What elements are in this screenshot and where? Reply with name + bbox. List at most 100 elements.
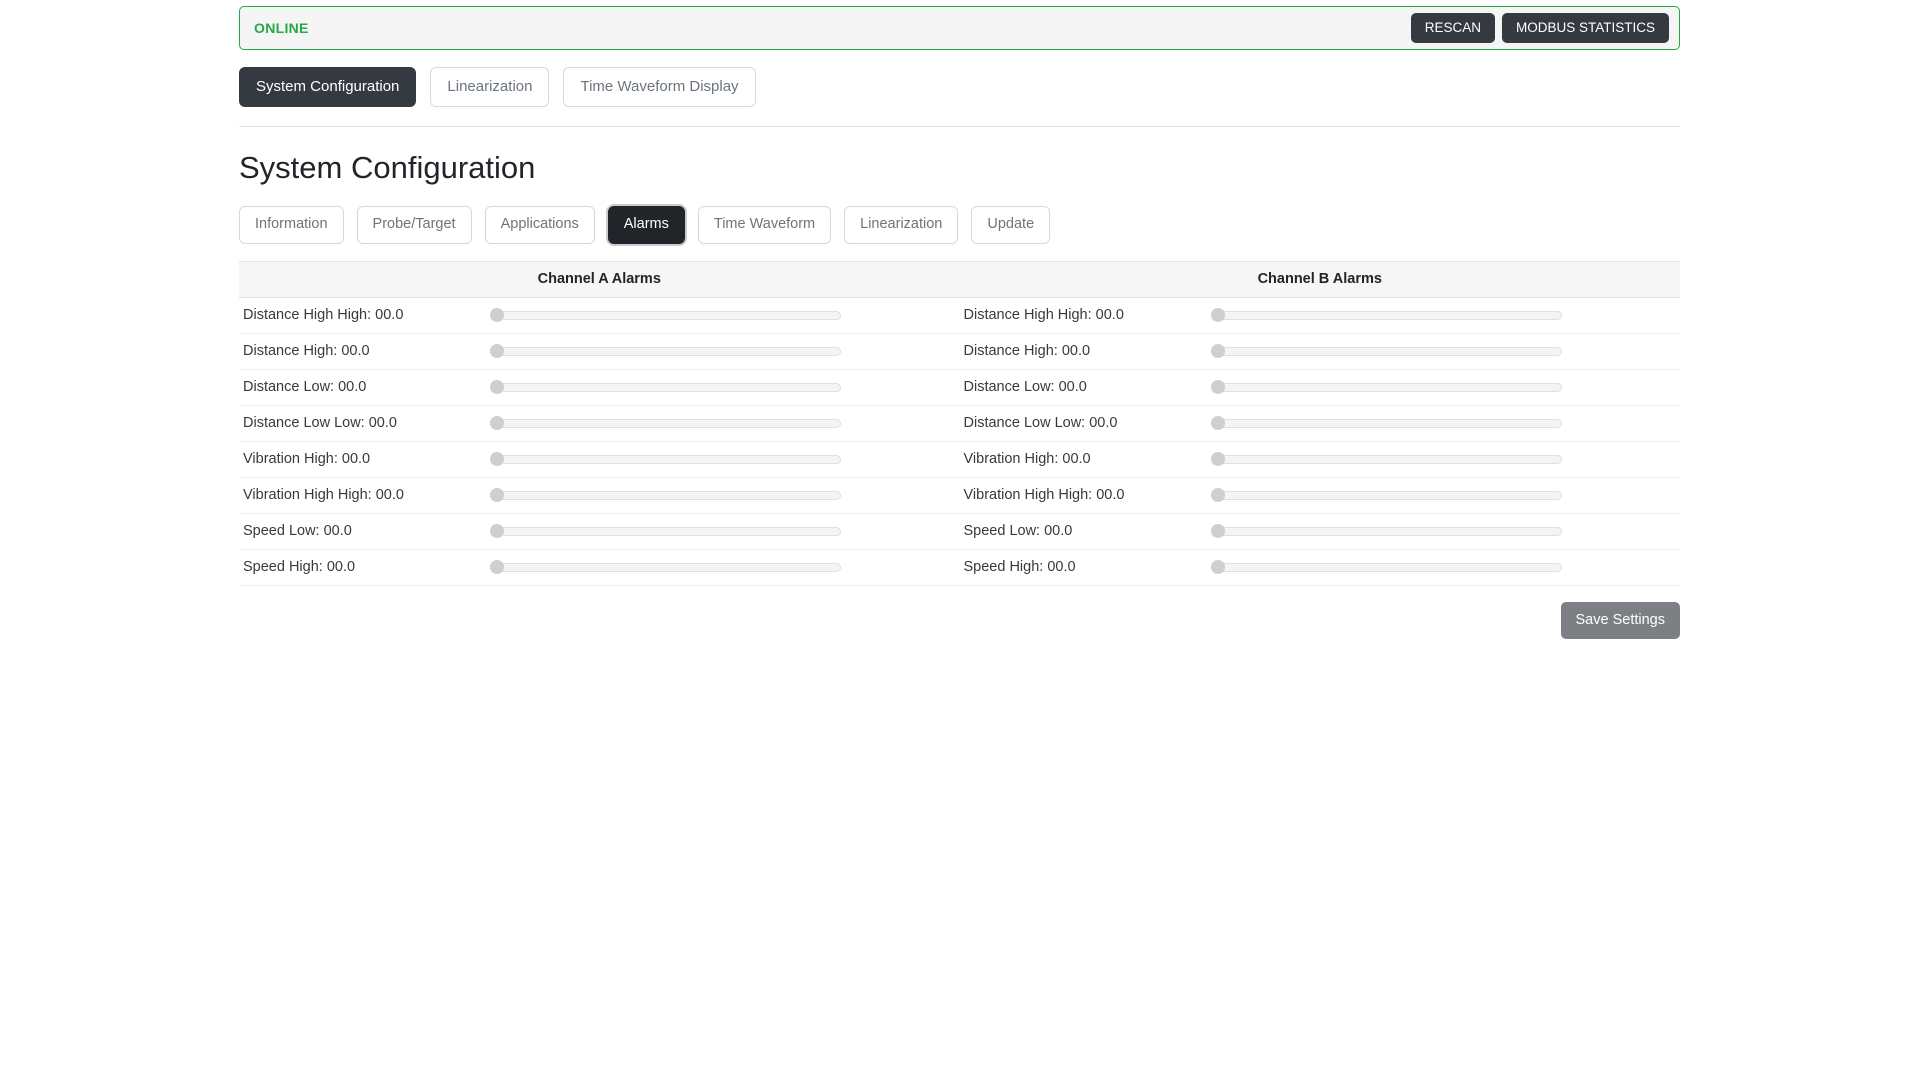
alarm-threshold-slider[interactable] [490, 560, 841, 575]
alarm-threshold-slider[interactable] [490, 524, 841, 539]
slider-track[interactable] [1210, 527, 1562, 537]
alarm-slider-wrap [1210, 560, 1681, 575]
slider-thumb[interactable] [1210, 524, 1225, 539]
tab-update[interactable]: Update [971, 206, 1051, 244]
slider-thumb[interactable] [490, 560, 504, 575]
alarm-row-a: Vibration High: 00.0 [239, 442, 960, 477]
nav-linearization[interactable]: Linearization [430, 67, 550, 107]
slider-thumb[interactable] [1210, 488, 1225, 503]
alarm-threshold-slider[interactable] [490, 452, 841, 467]
alarm-label: Speed Low: 00.0 [963, 523, 1073, 540]
tab-time-waveform[interactable]: Time Waveform [697, 206, 832, 244]
alarm-label: Distance Low Low: 00.0 [963, 415, 1118, 432]
tab-probe-target[interactable]: Probe/Target [356, 206, 472, 244]
footer-actions: Save Settings [239, 601, 1680, 640]
slider-thumb[interactable] [490, 488, 504, 503]
alarm-threshold-slider[interactable] [490, 488, 841, 503]
alarm-threshold-slider[interactable] [490, 308, 841, 323]
rescan-button[interactable]: RESCAN [1410, 12, 1495, 44]
alarm-cell-channel-b: Distance High: 00.0 [959, 333, 1681, 370]
slider-thumb[interactable] [490, 308, 504, 323]
alarm-threshold-slider[interactable] [1210, 488, 1562, 503]
modbus-statistics-button[interactable]: MODBUS STATISTICS [1501, 12, 1669, 44]
slider-track[interactable] [1210, 491, 1562, 501]
slider-thumb[interactable] [1210, 452, 1225, 467]
alarm-cell-channel-a: Distance Low Low: 00.0 [239, 405, 960, 442]
slider-thumb[interactable] [490, 380, 504, 395]
alarm-label: Distance Low: 00.0 [243, 379, 367, 396]
alarm-slider-wrap [1210, 488, 1681, 503]
table-row: Speed High: 00.0 Speed High: 00.0 [239, 549, 1681, 586]
slider-track[interactable] [490, 383, 841, 393]
alarm-slider-wrap [490, 560, 960, 575]
app-root: ONLINE RESCAN MODBUS STATISTICS System C… [0, 0, 1920, 1080]
slider-thumb[interactable] [1210, 560, 1225, 575]
alarm-slider-wrap [490, 488, 960, 503]
tab-applications[interactable]: Applications [484, 206, 595, 244]
slider-track[interactable] [490, 419, 841, 429]
channel-b-header: Channel B Alarms [959, 261, 1680, 298]
tab-linearization[interactable]: Linearization [844, 206, 959, 244]
alarm-threshold-slider[interactable] [1210, 452, 1562, 467]
alarm-row-b: Vibration High: 00.0 [960, 442, 1681, 477]
slider-thumb[interactable] [1210, 416, 1225, 431]
alarm-threshold-slider[interactable] [1210, 560, 1562, 575]
alarm-cell-channel-a: Distance High: 00.0 [239, 333, 960, 370]
alarm-threshold-slider[interactable] [490, 380, 841, 395]
slider-track[interactable] [490, 455, 841, 465]
slider-thumb[interactable] [490, 416, 504, 431]
alarm-row-b: Distance Low Low: 00.0 [960, 406, 1681, 441]
alarm-label: Vibration High High: 00.0 [963, 487, 1125, 504]
nav-time-waveform-display[interactable]: Time Waveform Display [563, 67, 756, 107]
status-actions: RESCAN MODBUS STATISTICS [1410, 12, 1669, 44]
slider-track[interactable] [1210, 419, 1562, 429]
slider-thumb[interactable] [490, 452, 504, 467]
alarm-threshold-slider[interactable] [1210, 524, 1562, 539]
subtab-bar: Information Probe/Target Applications Al… [239, 206, 1680, 262]
slider-thumb[interactable] [490, 524, 504, 539]
alarm-threshold-slider[interactable] [1210, 380, 1562, 395]
alarm-slider-wrap [1210, 308, 1681, 323]
slider-track[interactable] [490, 527, 841, 537]
alarm-threshold-slider[interactable] [1210, 416, 1562, 431]
table-row: Distance Low Low: 00.0 Distance Low Low: … [239, 405, 1681, 442]
table-row: Distance High: 00.0 Distance High: 00.0 [239, 333, 1681, 370]
save-settings-button[interactable]: Save Settings [1560, 601, 1680, 640]
alarm-cell-channel-b: Distance Low: 00.0 [959, 369, 1680, 406]
table-row: Distance High High: 00.0 Distance High Hi… [239, 297, 1681, 334]
slider-track[interactable] [490, 491, 841, 501]
slider-track[interactable] [1210, 383, 1562, 393]
alarm-label: Distance High: 00.0 [963, 343, 1091, 360]
tab-information[interactable]: Information [239, 206, 344, 244]
tab-alarms[interactable]: Alarms [607, 206, 685, 244]
alarm-slider-wrap [490, 380, 960, 395]
alarm-label: Vibration High: 00.0 [243, 451, 371, 468]
alarm-row-a: Distance High High: 00.0 [239, 298, 960, 333]
slider-track[interactable] [1210, 563, 1562, 573]
alarm-slider-wrap [1210, 524, 1681, 539]
alarm-cell-channel-a: Vibration High: 00.0 [239, 441, 960, 478]
nav-system-configuration[interactable]: System Configuration [239, 67, 417, 107]
slider-track[interactable] [490, 347, 841, 357]
alarm-label: Speed High: 00.0 [243, 559, 356, 576]
slider-thumb[interactable] [490, 344, 504, 359]
slider-track[interactable] [490, 563, 841, 573]
status-bar: ONLINE RESCAN MODBUS STATISTICS [239, 6, 1680, 50]
slider-track[interactable] [1210, 455, 1562, 465]
slider-track[interactable] [1210, 347, 1562, 357]
alarms-header-row: Channel A Alarms Channel B Alarms [239, 261, 1680, 298]
slider-thumb[interactable] [1210, 380, 1225, 395]
alarm-threshold-slider[interactable] [1210, 308, 1562, 323]
alarm-row-a: Distance Low: 00.0 [239, 370, 960, 405]
slider-track[interactable] [490, 311, 841, 321]
alarm-threshold-slider[interactable] [490, 344, 841, 359]
slider-track[interactable] [1210, 311, 1562, 321]
alarm-label: Speed High: 00.0 [963, 559, 1076, 576]
slider-thumb[interactable] [1210, 308, 1225, 323]
alarm-threshold-slider[interactable] [1210, 344, 1562, 359]
alarm-threshold-slider[interactable] [490, 416, 841, 431]
alarm-label: Distance Low: 00.0 [963, 379, 1087, 396]
alarm-label: Distance High: 00.0 [243, 343, 370, 360]
alarm-slider-wrap [1210, 344, 1681, 359]
slider-thumb[interactable] [1210, 344, 1225, 359]
